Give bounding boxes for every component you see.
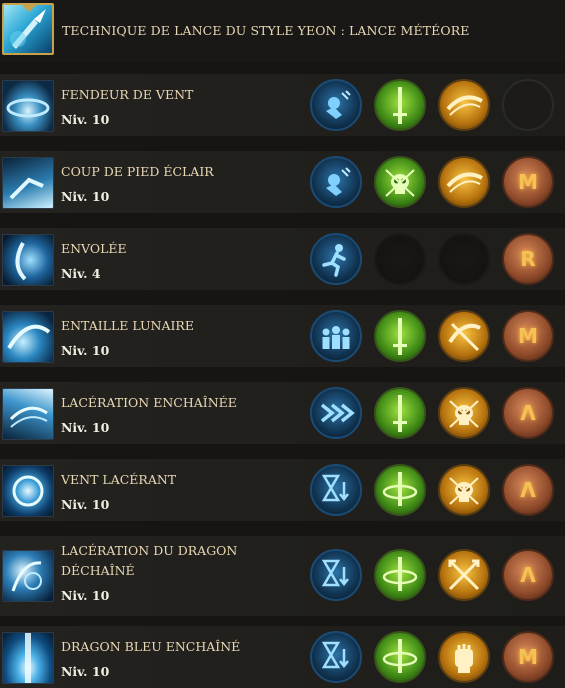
sword-swirl-icon: [382, 639, 418, 673]
skill-name: COUP DE PIED ÉCLAIR: [61, 164, 214, 179]
tripod-tier1[interactable]: [310, 233, 362, 285]
slash-icon: [446, 95, 483, 116]
skill-row[interactable]: ENVOLÉE Niv. 4 R: [0, 228, 565, 290]
skill-level: Niv. 10: [61, 588, 110, 603]
skill-name: FENDEUR DE VENT: [61, 87, 194, 102]
sword-icon: [393, 318, 407, 355]
tripod-tier3[interactable]: [438, 387, 490, 439]
rune-slot[interactable]: M: [502, 156, 554, 208]
tripod-tier2[interactable]: [374, 310, 426, 362]
sword-swirl-icon: [382, 472, 418, 506]
tripod-tier3[interactable]: [438, 79, 490, 131]
tripod-tier3[interactable]: [438, 549, 490, 601]
tripod-tier2[interactable]: [374, 79, 426, 131]
stagger-icon: [326, 90, 351, 119]
skill-level: Niv. 10: [61, 664, 110, 679]
fist-icon: [455, 644, 473, 673]
rune-icon: R: [520, 247, 536, 271]
tripod-tier1[interactable]: [310, 549, 362, 601]
rune-slot[interactable]: Λ: [502, 387, 554, 439]
entaille-lunaire-icon[interactable]: [2, 311, 54, 363]
tripod-tier2[interactable]: [374, 631, 426, 683]
rune-slot[interactable]: Λ: [502, 549, 554, 601]
skill-row[interactable]: DRAGON BLEU ENCHAÎNÉ Niv. 10 M: [0, 626, 565, 688]
skill-row[interactable]: COUP DE PIED ÉCLAIR Niv. 10 M: [0, 151, 565, 213]
skill-row[interactable]: ENTAILLE LUNAIRE Niv. 10 M: [0, 305, 565, 367]
tripod-tier1[interactable]: [310, 156, 362, 208]
sword-icon: [393, 395, 407, 432]
skill-name: LACÉRATION DU DRAGON DÉCHAÎNÉ: [61, 543, 238, 578]
skill-level: Niv. 4: [61, 266, 101, 281]
rune-slot-empty[interactable]: [502, 79, 554, 131]
rune-icon: Λ: [520, 401, 536, 425]
skill-name: VENT LACÉRANT: [61, 472, 177, 487]
rune-icon: M: [518, 324, 538, 348]
rune-icon: M: [518, 170, 538, 194]
tripod-tier2[interactable]: [374, 549, 426, 601]
cross-slash-icon: [448, 322, 481, 352]
hourglass-icon: [321, 641, 349, 669]
tripod-tier1[interactable]: [310, 79, 362, 131]
skill-row[interactable]: FENDEUR DE VENT Niv. 10: [0, 74, 565, 136]
rune-slot[interactable]: M: [502, 310, 554, 362]
skill-level: Niv. 10: [61, 343, 110, 358]
skill-name: LACÉRATION ENCHAÎNÉE: [61, 395, 237, 410]
skill-row[interactable]: LACÉRATION ENCHAÎNÉE Niv. 10 Λ: [0, 382, 565, 444]
lance-meteore-icon[interactable]: [2, 3, 54, 55]
skill-level: Niv. 10: [61, 189, 110, 204]
tripod-tier1[interactable]: [310, 310, 362, 362]
skill-row[interactable]: LACÉRATION DU DRAGON DÉCHAÎNÉ Niv. 10 Λ: [0, 536, 565, 616]
skill-name: ENTAILLE LUNAIRE: [61, 318, 194, 333]
tripod-tier2[interactable]: [374, 464, 426, 516]
skill-level: Niv. 10: [61, 112, 110, 127]
tripod-tier3[interactable]: [438, 631, 490, 683]
stagger-icon: [326, 167, 351, 196]
fendeur-de-vent-icon[interactable]: [2, 80, 54, 132]
rune-icon: M: [518, 645, 538, 669]
laceration-enchainee-icon[interactable]: [2, 388, 54, 440]
skull-icon: [449, 400, 479, 428]
rune-slot[interactable]: R: [502, 233, 554, 285]
skill-build-header: TECHNIQUE DE LANCE DU STYLE YEON : LANCE…: [0, 0, 565, 62]
envolee-icon[interactable]: [2, 234, 54, 286]
slash-icon: [446, 172, 483, 193]
skill-level: Niv. 10: [61, 497, 110, 512]
hourglass-icon: [321, 474, 349, 502]
rune-slot[interactable]: M: [502, 631, 554, 683]
sword-swirl-icon: [382, 557, 418, 591]
skull-icon: [385, 169, 415, 197]
hourglass-icon: [321, 559, 349, 587]
rune-icon: Λ: [520, 563, 536, 587]
tripod-tier1[interactable]: [310, 631, 362, 683]
tripod-tier1[interactable]: [310, 464, 362, 516]
rune-icon: Λ: [520, 478, 536, 502]
tripod-tier3-locked: [438, 233, 490, 285]
header-title: TECHNIQUE DE LANCE DU STYLE YEON : LANCE…: [62, 23, 470, 38]
tripod-tier2-locked: [374, 233, 426, 285]
skill-row[interactable]: VENT LACÉRANT Niv. 10 Λ: [0, 459, 565, 521]
tripod-tier3[interactable]: [438, 464, 490, 516]
tripod-tier1[interactable]: [310, 387, 362, 439]
party-icon: [322, 326, 350, 349]
tripod-tier2[interactable]: [374, 387, 426, 439]
dragon-bleu-enchaine-icon[interactable]: [2, 632, 54, 684]
tripod-tier3[interactable]: [438, 310, 490, 362]
tripod-tier3[interactable]: [438, 156, 490, 208]
skull-icon: [449, 477, 479, 505]
double-chevron-icon: [320, 403, 355, 423]
crossed-arrows-icon: [448, 559, 480, 591]
coup-de-pied-eclair-icon[interactable]: [2, 157, 54, 209]
tripod-tier2[interactable]: [374, 156, 426, 208]
skill-name: DRAGON BLEU ENCHAÎNÉ: [61, 639, 241, 654]
vent-lacerant-icon[interactable]: [2, 465, 54, 517]
skill-name: ENVOLÉE: [61, 241, 127, 256]
laceration-du-dragon-dechaine-icon[interactable]: [2, 550, 54, 602]
rune-slot[interactable]: Λ: [502, 464, 554, 516]
skill-level: Niv. 10: [61, 420, 110, 435]
sword-icon: [393, 87, 407, 124]
running-man-icon: [322, 244, 346, 277]
